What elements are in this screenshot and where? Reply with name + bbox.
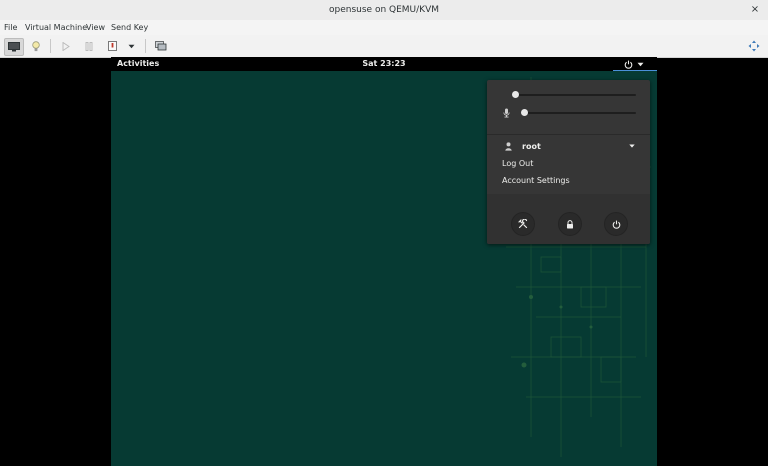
chevron-down-icon <box>637 62 644 66</box>
volume-slider-track[interactable] <box>515 94 636 96</box>
chevron-down-icon <box>128 44 134 48</box>
menubar: File Virtual Machine View Send Key <box>0 20 768 35</box>
pause-icon <box>85 41 93 51</box>
account-settings-item[interactable]: Account Settings <box>502 174 570 188</box>
menu-view[interactable]: View <box>86 20 105 35</box>
console-button[interactable] <box>4 38 24 56</box>
menu-virtual-machine[interactable]: Virtual Machine <box>25 20 87 35</box>
status-area-active-indicator <box>613 70 657 71</box>
fullscreen-button[interactable] <box>747 38 761 54</box>
volume-slider-row <box>487 89 650 101</box>
activities-button[interactable]: Activities <box>117 57 159 71</box>
shutdown-button[interactable] <box>105 38 119 54</box>
details-button[interactable] <box>29 38 43 54</box>
pause-button[interactable] <box>82 38 96 54</box>
menu-file[interactable]: File <box>4 20 17 35</box>
user-menu-row[interactable]: root <box>487 139 650 155</box>
lock-icon <box>567 219 573 228</box>
settings-button[interactable] <box>511 212 535 236</box>
run-button[interactable] <box>59 38 73 54</box>
mic-slider-knob[interactable] <box>521 109 528 116</box>
chevron-down-icon <box>629 144 635 148</box>
power-off-button[interactable] <box>604 212 628 236</box>
power-icon <box>624 60 633 69</box>
guest-display[interactable]: Activities Sat 23:23 root Log Out Accoun… <box>111 57 657 466</box>
user-icon <box>505 142 512 151</box>
close-button[interactable]: × <box>748 3 762 17</box>
toolbar-separator <box>50 39 51 53</box>
power-icon <box>107 41 117 51</box>
clock-container: Sat 23:23 <box>111 57 657 71</box>
gnome-top-bar: Activities Sat 23:23 <box>111 57 657 71</box>
system-actions <box>487 194 650 244</box>
toolbar <box>0 35 768 58</box>
snapshot-icon <box>155 41 167 51</box>
monitor-icon <box>8 42 20 52</box>
mic-slider-row <box>487 107 650 119</box>
toolbar-separator <box>145 39 146 53</box>
fullscreen-icon <box>748 40 760 52</box>
lock-button[interactable] <box>558 212 582 236</box>
microphone-icon <box>503 108 510 118</box>
log-out-item[interactable]: Log Out <box>502 157 533 171</box>
settings-icon <box>518 219 528 229</box>
mic-slider-track[interactable] <box>524 112 636 114</box>
power-icon <box>612 220 620 229</box>
play-icon <box>62 41 70 51</box>
menu-separator <box>487 134 650 135</box>
system-menu: root Log Out Account Settings <box>487 80 650 244</box>
snapshots-button[interactable] <box>154 38 168 54</box>
shutdown-menu-button[interactable] <box>125 38 137 54</box>
clock[interactable]: Sat 23:23 <box>362 59 405 68</box>
lightbulb-icon <box>32 40 40 51</box>
menu-send-key[interactable]: Send Key <box>111 20 148 35</box>
window-titlebar: opensuse on QEMU/KVM × <box>0 0 768 21</box>
window-title: opensuse on QEMU/KVM <box>329 5 439 15</box>
user-name: root <box>522 142 541 151</box>
system-status-area[interactable] <box>624 59 652 69</box>
volume-slider-knob[interactable] <box>512 91 519 98</box>
